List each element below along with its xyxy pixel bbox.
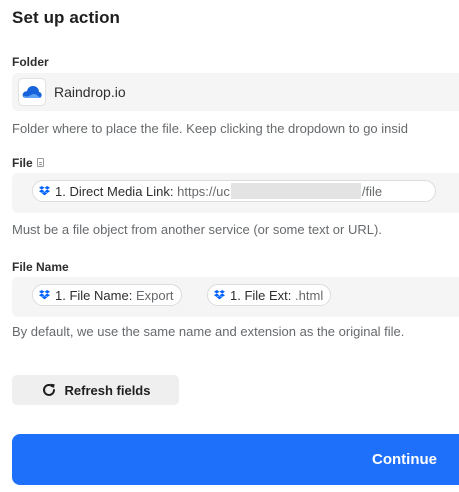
pill-value-start: https://uc — [177, 183, 230, 199]
mapped-field-pill[interactable]: 1. File Name: Export — [32, 284, 182, 306]
pill-value: .html — [295, 287, 324, 303]
refresh-fields-label: Refresh fields — [64, 382, 151, 398]
pill-value-end: /file — [361, 183, 383, 199]
folder-value: Raindrop.io — [54, 84, 126, 100]
pill-step-label: 1. File Name: — [55, 287, 133, 303]
file-label: File — [12, 156, 44, 170]
continue-label: Continue — [372, 451, 437, 468]
pill-step-label: 1. File Ext: — [230, 287, 292, 303]
dropbox-icon — [214, 290, 225, 300]
redacted-block — [230, 183, 361, 199]
file-name-label: File Name — [12, 260, 69, 274]
refresh-icon — [41, 382, 57, 398]
file-label-text: File — [12, 156, 33, 170]
document-icon — [36, 158, 44, 167]
page-title: Set up action — [12, 8, 121, 27]
folder-label: Folder — [12, 55, 49, 69]
pill-value: Export — [135, 287, 174, 303]
mapped-field-pill[interactable]: 1. File Ext: .html — [207, 284, 332, 306]
mapped-field-pill[interactable]: 1. Direct Media Link: https://uc/file — [32, 180, 436, 202]
folder-dropdown[interactable]: Raindrop.io — [12, 73, 459, 111]
file-input[interactable]: 1. Direct Media Link: https://uc/file — [12, 173, 459, 213]
pill-step-label: 1. Direct Media Link: — [55, 183, 174, 199]
dropbox-icon — [39, 290, 50, 300]
dropbox-icon — [39, 186, 50, 196]
folder-help-text: Folder where to place the file. Keep cli… — [12, 121, 409, 136]
refresh-fields-button[interactable]: Refresh fields — [12, 375, 179, 405]
cloud-icon — [18, 78, 46, 106]
file-help-text: Must be a file object from another servi… — [12, 222, 382, 237]
continue-button[interactable]: Continue — [12, 434, 459, 485]
file-name-help-text: By default, we use the same name and ext… — [12, 324, 405, 339]
file-name-input[interactable]: 1. File Name: Export 1. File Ext: .html — [12, 277, 459, 317]
